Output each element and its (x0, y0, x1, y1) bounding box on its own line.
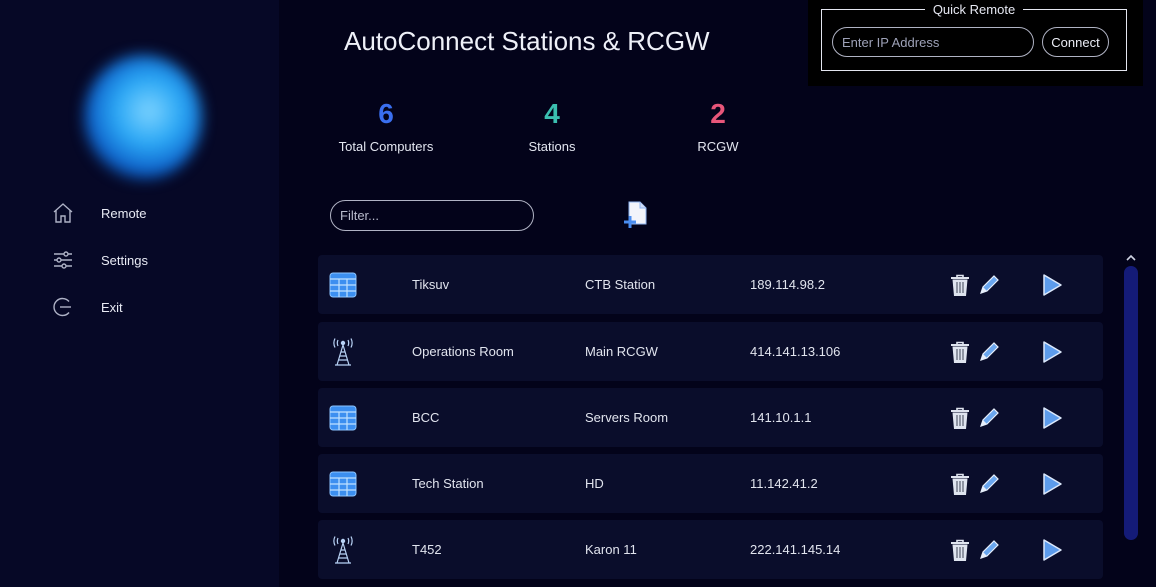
sidebar-item-remote[interactable]: Remote (50, 198, 260, 228)
stat-rcgw: 2 RCGW (648, 96, 788, 154)
row-ip: 414.141.13.106 (750, 344, 841, 359)
table-row[interactable]: T452 Karon 11 222.141.145.14 (318, 520, 1103, 579)
pencil-icon[interactable] (976, 471, 1002, 497)
table-row[interactable]: Tiksuv CTB Station 189.114.98.2 (318, 255, 1103, 314)
trash-icon[interactable] (947, 339, 973, 365)
sidebar-item-label: Remote (101, 205, 147, 221)
app-window: Remote Settings Exit AutoConnect Station… (0, 0, 1156, 587)
home-icon (50, 200, 76, 226)
row-location: Karon 11 (585, 542, 637, 557)
page-title: AutoConnect Stations & RCGW (344, 26, 710, 56)
pencil-icon[interactable] (976, 537, 1002, 563)
station-grid-icon (329, 404, 357, 432)
row-name: Tech Station (412, 476, 484, 491)
pencil-icon[interactable] (976, 405, 1002, 431)
play-icon[interactable] (1038, 272, 1064, 298)
play-icon[interactable] (1038, 339, 1064, 365)
antenna-tower-icon (329, 338, 357, 366)
play-icon[interactable] (1038, 537, 1064, 563)
trash-icon[interactable] (947, 471, 973, 497)
station-grid-icon (329, 271, 357, 299)
trash-icon[interactable] (947, 537, 973, 563)
row-ip: 189.114.98.2 (750, 277, 825, 292)
antenna-tower-icon (329, 536, 357, 564)
row-location: Servers Room (585, 410, 669, 425)
sidebar-item-label: Exit (101, 299, 123, 315)
sliders-icon (50, 247, 76, 273)
add-file-icon[interactable] (621, 199, 651, 231)
stat-value: 6 (378, 98, 394, 129)
connect-button[interactable]: Connect (1042, 27, 1109, 57)
row-name: Operations Room (412, 344, 514, 359)
exit-icon (50, 294, 76, 320)
pencil-icon[interactable] (976, 272, 1002, 298)
stat-label: Total Computers (338, 139, 434, 154)
sidebar-item-exit[interactable]: Exit (50, 292, 260, 322)
row-name: BCC (412, 410, 440, 425)
stat-value: 4 (544, 98, 560, 129)
play-icon[interactable] (1038, 471, 1064, 497)
play-icon[interactable] (1038, 405, 1064, 431)
scroll-up-arrow-icon[interactable] (1124, 251, 1138, 263)
sidebar: Remote Settings Exit (0, 0, 279, 587)
trash-icon[interactable] (947, 272, 973, 298)
stat-value: 2 (710, 98, 726, 129)
row-location: Main RCGW (585, 344, 658, 359)
stat-label: RCGW (697, 139, 739, 154)
row-ip: 11.142.41.2 (750, 476, 818, 491)
filter-input[interactable] (330, 200, 534, 231)
row-ip: 222.141.145.14 (750, 542, 841, 557)
row-ip: 141.10.1.1 (750, 410, 812, 425)
ip-address-input[interactable] (832, 27, 1034, 57)
quick-remote-title: Quick Remote (932, 2, 1016, 17)
stat-label: Stations (528, 139, 576, 154)
row-location: CTB Station (585, 277, 656, 292)
stat-total-computers: 6 Total Computers (316, 96, 456, 154)
table-row[interactable]: Tech Station HD 11.142.41.2 (318, 454, 1103, 513)
station-grid-icon (329, 470, 357, 498)
table-row[interactable]: BCC Servers Room 141.10.1.1 (318, 388, 1103, 447)
stat-stations: 4 Stations (482, 96, 622, 154)
row-name: T452 (412, 542, 442, 557)
row-name: Tiksuv (412, 277, 450, 292)
sidebar-item-settings[interactable]: Settings (50, 245, 260, 275)
row-location: HD (585, 476, 604, 491)
table-row[interactable]: Operations Room Main RCGW 414.141.13.106 (318, 322, 1103, 381)
sidebar-item-label: Settings (101, 252, 148, 268)
trash-icon[interactable] (947, 405, 973, 431)
pencil-icon[interactable] (976, 339, 1002, 365)
scrollbar-thumb[interactable] (1124, 266, 1138, 540)
app-logo (62, 35, 212, 185)
